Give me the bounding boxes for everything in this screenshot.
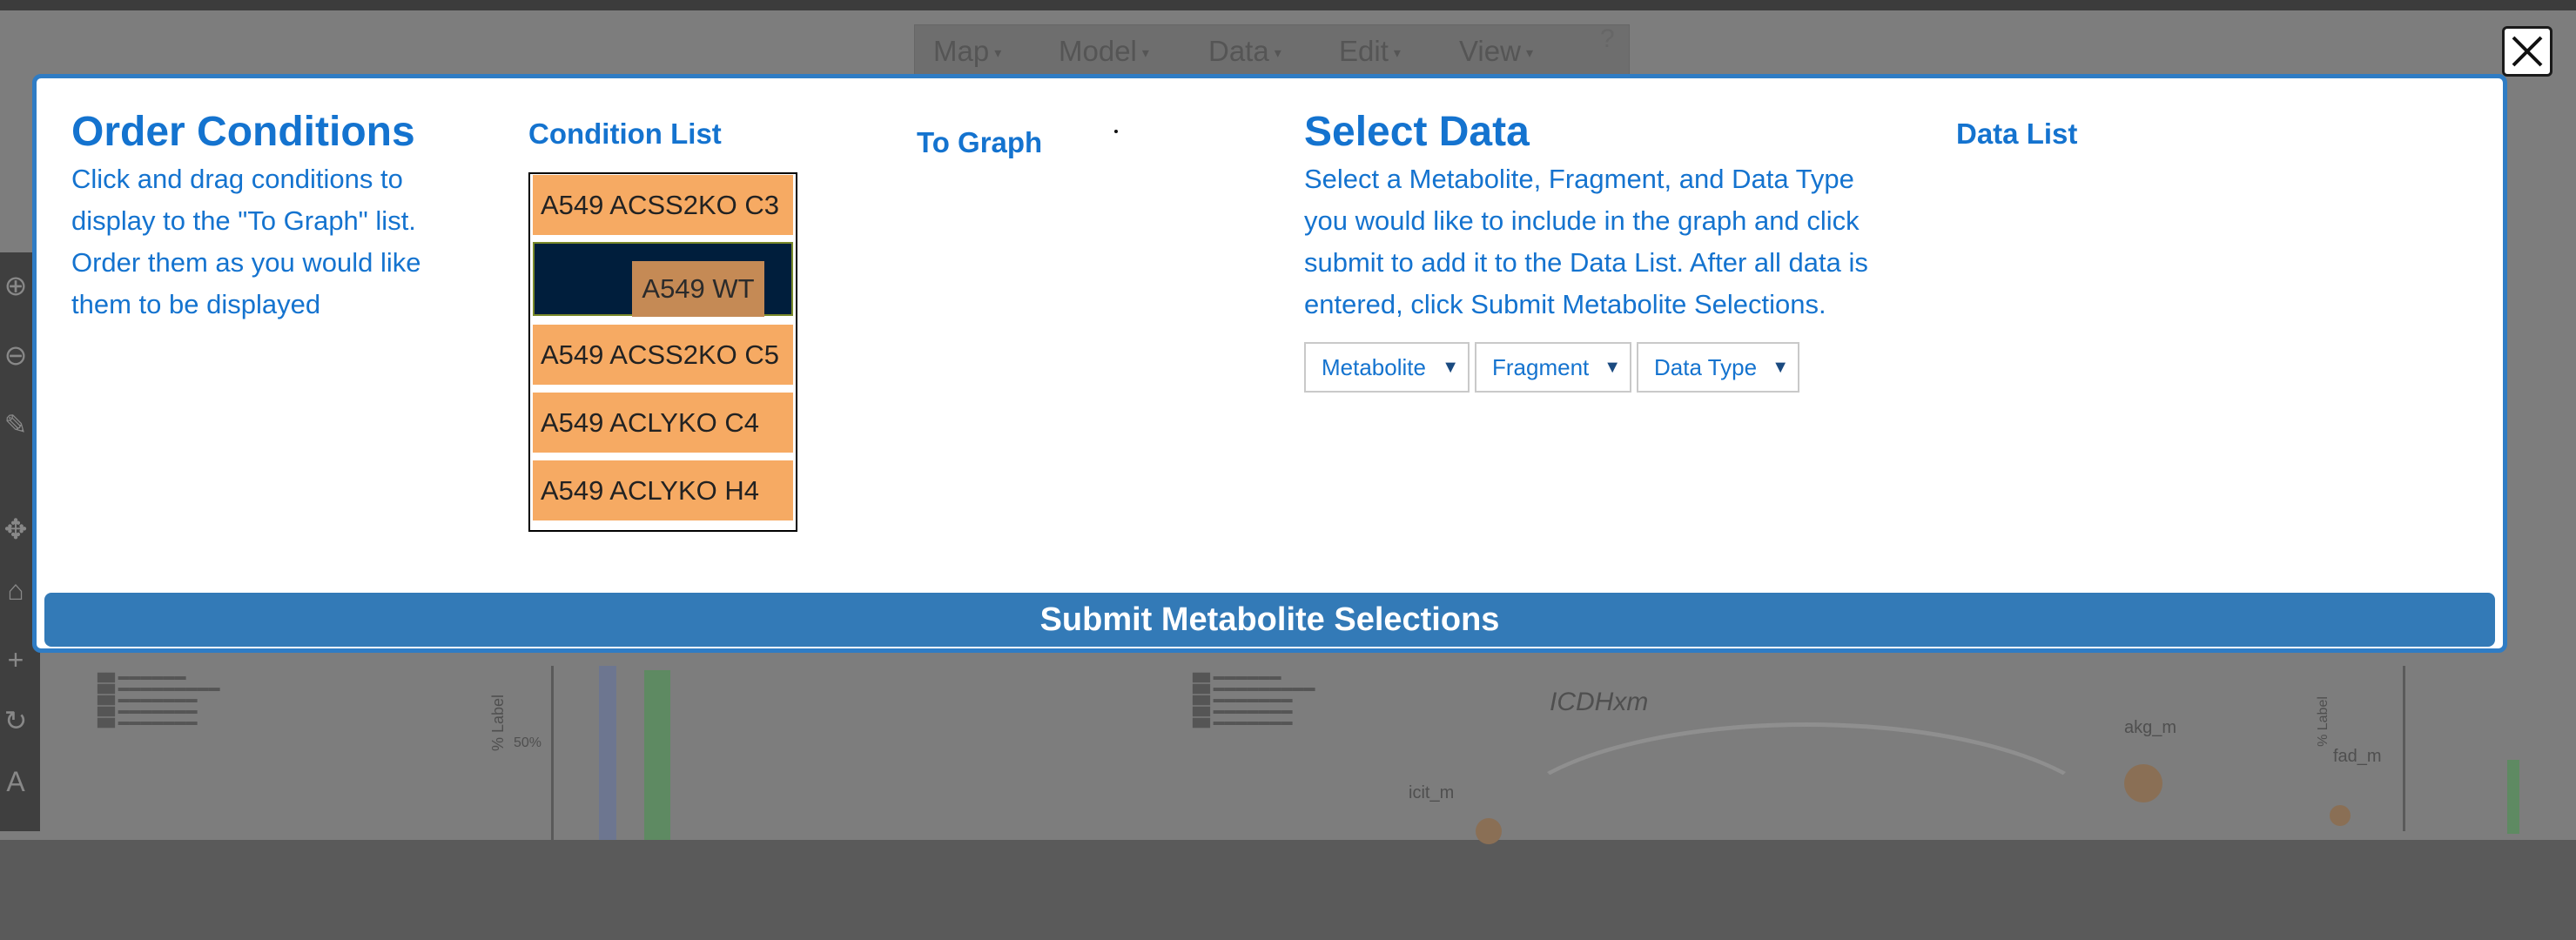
background-reaction-path: [1497, 722, 2115, 940]
metabolite-select[interactable]: Metabolite ▼: [1304, 342, 1470, 393]
condition-list: A549 ACSS2KO C3 A549 ACSS2KO C5 A549 ACL…: [528, 172, 797, 532]
background-menu-view: View ▾: [1459, 35, 1533, 67]
background-help-icon: ?: [1600, 24, 1615, 53]
order-conditions-description: Click and drag conditions to display to …: [71, 164, 421, 319]
order-conditions-title: Order Conditions: [71, 109, 415, 155]
background-chart-axis-left: [551, 666, 554, 840]
move-icon: ✥: [3, 514, 28, 545]
data-list-title: Data List: [1956, 118, 2078, 150]
background-metabolite-node: [1476, 818, 1502, 844]
background-top-bar: [0, 0, 2576, 10]
condition-item[interactable]: A549 ACSS2KO C3: [533, 175, 793, 235]
condition-item[interactable]: A549 ACLYKO H4: [533, 460, 793, 520]
background-metabolite-node: [2330, 805, 2351, 826]
select-data-title: Select Data: [1304, 109, 1530, 155]
background-menu-data: Data ▾: [1208, 35, 1281, 67]
condition-item[interactable]: A549 ACLYKO C4: [533, 393, 793, 453]
fragment-select[interactable]: Fragment ▼: [1475, 342, 1631, 393]
background-legend-center: ▆▆ ▬▬▬▬▬▬ ▆▆ ▬▬▬▬▬▬▬▬▬ ▆▆ ▬▬▬▬▬▬▬ ▆▆ ▬▬▬▬▬▬…: [1193, 669, 1315, 728]
background-reaction-label: ICDHxm: [1550, 688, 1649, 716]
background-chart-bar: [644, 670, 670, 840]
chevron-down-icon: ▼: [1442, 358, 1459, 377]
background-tick-label: 50%: [514, 735, 542, 750]
close-button[interactable]: [2502, 26, 2552, 77]
fragment-select-label: Fragment: [1492, 354, 1590, 380]
rotate-icon: ↻: [3, 705, 28, 736]
data-type-select-label: Data Type: [1654, 354, 1758, 380]
background-chart-axis-right: [2403, 666, 2405, 831]
home-icon: ⌂: [7, 574, 24, 606]
chevron-down-icon: ▼: [1772, 358, 1789, 377]
background-chart-bar: [2507, 760, 2519, 834]
add-icon: +: [7, 644, 24, 675]
to-graph-title: To Graph: [917, 126, 1043, 158]
select-data-description: Select a Metabolite, Fragment, and Data …: [1304, 164, 1868, 319]
close-x-icon: [2512, 36, 2543, 67]
zoom-out-icon: ⊖: [3, 339, 28, 371]
chevron-down-icon: ▼: [1604, 358, 1621, 377]
background-axis-label: % Label: [2315, 696, 2331, 747]
dragging-condition-item[interactable]: A549 WT: [632, 261, 764, 317]
zoom-in-icon: ⊕: [3, 270, 28, 301]
condition-list-title: Condition List: [528, 118, 722, 150]
background-axis-label: % Label: [489, 694, 508, 752]
metabolite-select-label: Metabolite: [1322, 354, 1426, 380]
background-menu-edit: Edit ▾: [1339, 35, 1401, 67]
background-metabolite-label: icit_m: [1409, 783, 1455, 802]
edit-icon: ✎: [3, 409, 28, 440]
data-type-select[interactable]: Data Type ▼: [1637, 342, 1799, 393]
background-chart-bar: [599, 666, 616, 840]
text-icon: A: [6, 766, 25, 797]
condition-item[interactable]: A549 ACSS2KO C5: [533, 325, 793, 385]
to-graph-drop-zone[interactable]: [1114, 130, 1118, 133]
background-menu-model: Model ▾: [1059, 35, 1149, 67]
background-metabolite-label: akg_m: [2124, 718, 2177, 737]
background-legend-left: ▆▆ ▬▬▬▬▬▬ ▆▆ ▬▬▬▬▬▬▬▬▬ ▆▆ ▬▬▬▬▬▬▬ ▆▆ ▬▬▬▬▬▬…: [98, 669, 220, 728]
background-metabolite-node: [2124, 764, 2162, 802]
submit-metabolite-selections-button[interactable]: Submit Metabolite Selections: [44, 593, 2495, 647]
background-metabolite-label: fad_m: [2333, 747, 2382, 766]
background-menu-map: Map ▾: [933, 35, 1002, 67]
